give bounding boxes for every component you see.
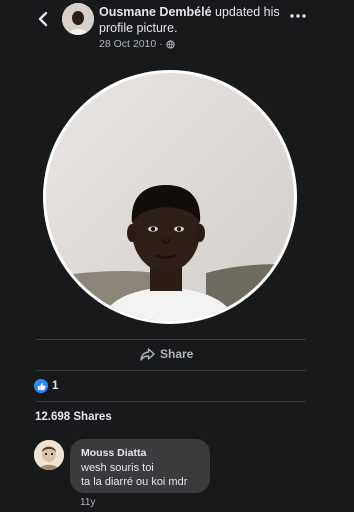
divider-top xyxy=(36,339,306,340)
author-avatar[interactable] xyxy=(62,3,94,35)
profile-picture-frame[interactable] xyxy=(43,70,297,324)
like-icon xyxy=(34,379,48,393)
chevron-left-icon xyxy=(38,11,48,27)
meta-separator: · xyxy=(159,38,163,50)
post-date[interactable]: 28 Oct 2010 xyxy=(99,38,156,50)
photo-illustration xyxy=(46,73,294,321)
share-button[interactable]: Share xyxy=(140,343,193,365)
reaction-count: 1 xyxy=(52,380,59,392)
post-header-text: Ousmane Dembélé updated his profile pict… xyxy=(99,4,289,50)
more-options-button[interactable] xyxy=(288,9,308,23)
comment-author[interactable]: Mouss Diatta xyxy=(81,447,146,459)
comment-text: wesh souris toi ta la diarré ou koi mdr xyxy=(81,462,188,488)
divider-reactions xyxy=(36,401,306,402)
profile-picture-photo xyxy=(46,73,294,321)
post-title: Ousmane Dembélé updated his profile pict… xyxy=(99,4,289,36)
divider-bottom xyxy=(36,370,306,371)
post-meta: 28 Oct 2010 · xyxy=(99,38,289,50)
reactions-summary[interactable]: 1 xyxy=(34,379,58,393)
commenter-avatar[interactable] xyxy=(34,440,64,470)
share-arrow-icon xyxy=(140,347,155,361)
share-label: Share xyxy=(160,347,194,361)
globe-icon xyxy=(166,39,175,49)
shares-count[interactable]: 12.698 Shares xyxy=(35,411,112,423)
post-page: Ousmane Dembélé updated his profile pict… xyxy=(0,0,354,512)
commenter-avatar-image xyxy=(34,440,64,470)
more-dots-icon xyxy=(290,14,306,18)
comment-timestamp[interactable]: 11y xyxy=(80,497,95,508)
author-name[interactable]: Ousmane Dembélé xyxy=(99,5,212,19)
avatar-image xyxy=(62,3,94,35)
back-button[interactable] xyxy=(32,8,54,30)
comment-bubble[interactable]: Mouss Diatta wesh souris toi ta la diarr… xyxy=(70,439,210,493)
